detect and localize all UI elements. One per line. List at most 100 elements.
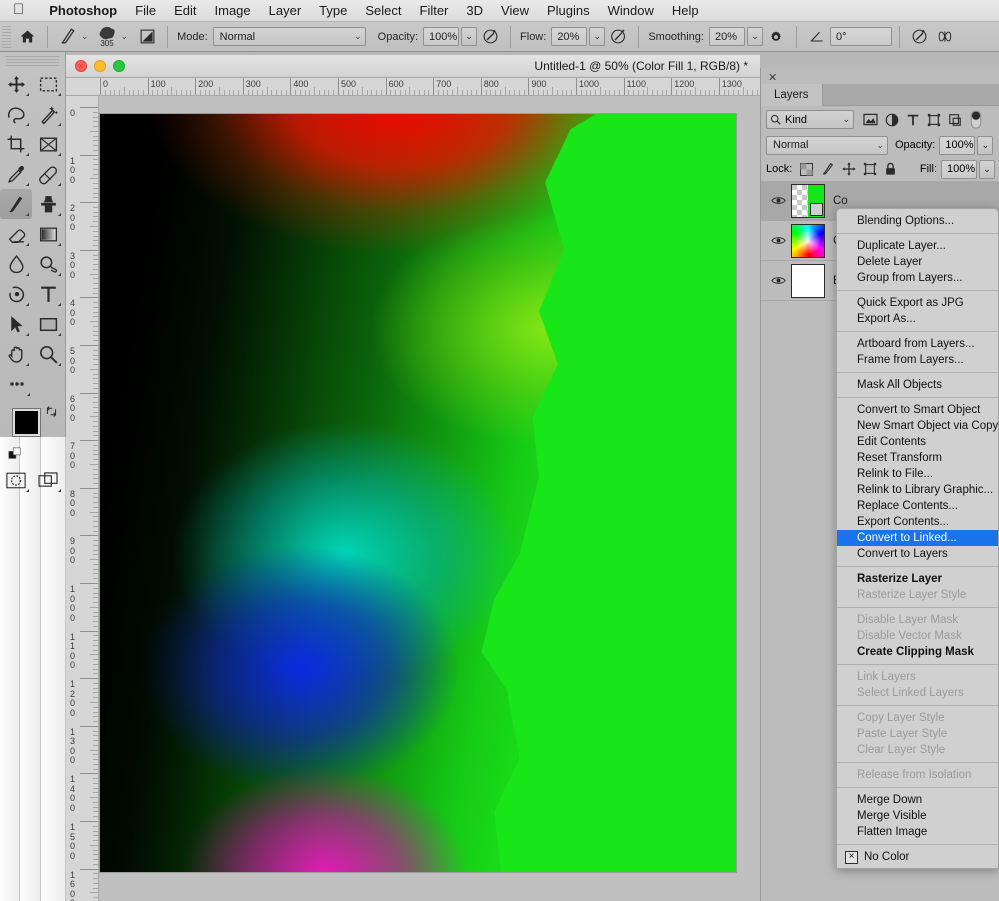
tools-panel-grip[interactable] bbox=[6, 56, 59, 66]
filter-shape-icon[interactable] bbox=[923, 110, 944, 130]
lock-image-pixels-icon[interactable] bbox=[817, 159, 838, 179]
menu-item-new-smart-object-via-copy[interactable]: New Smart Object via Copy bbox=[837, 418, 998, 434]
frame-tool[interactable] bbox=[32, 129, 64, 159]
foreground-color-swatch[interactable] bbox=[12, 408, 41, 437]
menu-item-export-contents[interactable]: Export Contents... bbox=[837, 514, 998, 530]
menu-item-group-from-layers[interactable]: Group from Layers... bbox=[837, 270, 998, 286]
eraser-tool[interactable] bbox=[0, 219, 32, 249]
pressure-opacity-icon[interactable] bbox=[477, 24, 503, 50]
angle-input[interactable]: 0° bbox=[829, 27, 892, 46]
filter-type-icon[interactable] bbox=[902, 110, 923, 130]
home-icon[interactable] bbox=[14, 24, 40, 50]
menu-item-duplicate-layer[interactable]: Duplicate Layer... bbox=[837, 238, 998, 254]
flow-input[interactable]: 20% bbox=[551, 27, 588, 46]
lock-position-icon[interactable] bbox=[838, 159, 859, 179]
filter-pixel-icon[interactable] bbox=[860, 110, 881, 130]
menubar-item-edit[interactable]: Edit bbox=[165, 3, 205, 18]
lock-transparent-pixels-icon[interactable] bbox=[796, 159, 817, 179]
menu-item-mask-all-objects[interactable]: Mask All Objects bbox=[837, 377, 998, 393]
lock-all-icon[interactable] bbox=[880, 159, 901, 179]
smoothing-stepper[interactable]: ⌄ bbox=[746, 27, 763, 46]
menubar-item-3d[interactable]: 3D bbox=[457, 3, 492, 18]
vertical-ruler[interactable]: 0 100 200 300 400 500 600 700 800 900 1000 1100 1200… bbox=[66, 96, 99, 901]
menubar-item-window[interactable]: Window bbox=[599, 3, 663, 18]
minimize-button[interactable] bbox=[94, 60, 106, 72]
type-tool[interactable] bbox=[32, 279, 64, 309]
rectangular-marquee-tool[interactable] bbox=[32, 69, 64, 99]
menu-item-merge-visible[interactable]: Merge Visible bbox=[837, 808, 998, 824]
swap-colors-icon[interactable] bbox=[45, 405, 58, 418]
menu-item-reset-transform[interactable]: Reset Transform bbox=[837, 450, 998, 466]
smoothing-input[interactable]: 20% bbox=[708, 27, 745, 46]
gear-icon[interactable] bbox=[763, 24, 789, 50]
menu-item-frame-from-layers[interactable]: Frame from Layers... bbox=[837, 352, 998, 368]
pen-tool[interactable] bbox=[0, 279, 32, 309]
menubar-item-help[interactable]: Help bbox=[663, 3, 708, 18]
layer-thumbnail[interactable] bbox=[791, 263, 825, 298]
brush-panel-icon[interactable] bbox=[134, 24, 160, 50]
menu-item-blending-options[interactable]: Blending Options... bbox=[837, 213, 998, 229]
menu-item-artboard-from-layers[interactable]: Artboard from Layers... bbox=[837, 336, 998, 352]
layer-visibility-eye-icon[interactable] bbox=[767, 275, 789, 286]
layer-opacity-input[interactable]: 100% bbox=[939, 135, 976, 155]
fill-stepper[interactable]: ⌄ bbox=[979, 159, 995, 179]
checkbox-icon[interactable]: × bbox=[845, 850, 858, 864]
move-tool[interactable] bbox=[0, 69, 32, 99]
screen-mode-icon[interactable] bbox=[32, 465, 64, 495]
rectangle-tool[interactable] bbox=[32, 309, 64, 339]
document-title-bar[interactable]: Untitled-1 @ 50% (Color Fill 1, RGB/8) * bbox=[66, 55, 760, 78]
menubar-item-photoshop[interactable]: Photoshop bbox=[40, 3, 126, 18]
symmetry-butterfly-icon[interactable] bbox=[933, 24, 959, 50]
brush-size-chevron-icon[interactable]: ⌄ bbox=[121, 31, 129, 42]
lasso-tool[interactable] bbox=[0, 99, 32, 129]
layer-visibility-eye-icon[interactable] bbox=[767, 235, 789, 246]
menu-item-convert-to-linked[interactable]: Convert to Linked... bbox=[837, 530, 998, 546]
menu-item-create-clipping-mask[interactable]: Create Clipping Mask bbox=[837, 644, 998, 660]
filter-kind-select[interactable]: Kind ⌄ bbox=[766, 110, 854, 129]
path-selection-tool[interactable] bbox=[0, 309, 32, 339]
menu-item-convert-to-smart-object[interactable]: Convert to Smart Object bbox=[837, 402, 998, 418]
object-selection-tool[interactable] bbox=[32, 99, 64, 129]
crop-tool[interactable] bbox=[0, 129, 32, 159]
opacity-stepper[interactable]: ⌄ bbox=[461, 27, 478, 46]
apple-icon[interactable]:  bbox=[13, 2, 24, 17]
canvas-area[interactable] bbox=[99, 96, 760, 901]
brush-preset-icon[interactable] bbox=[55, 24, 81, 50]
default-colors-icon[interactable] bbox=[8, 447, 22, 461]
zoom-button[interactable] bbox=[113, 60, 125, 72]
menu-item-replace-contents[interactable]: Replace Contents... bbox=[837, 498, 998, 514]
clone-stamp-tool[interactable] bbox=[32, 189, 64, 219]
filter-toggle-icon[interactable] bbox=[965, 110, 986, 130]
brush-preset-chevron-icon[interactable]: ⌄ bbox=[81, 31, 89, 42]
menubar-item-filter[interactable]: Filter bbox=[411, 3, 458, 18]
layer-blend-mode-select[interactable]: Normal ⌄ bbox=[766, 135, 888, 155]
menubar-item-layer[interactable]: Layer bbox=[260, 3, 311, 18]
menubar-item-plugins[interactable]: Plugins bbox=[538, 3, 599, 18]
airbrush-icon[interactable] bbox=[605, 24, 631, 50]
fill-input[interactable]: 100% bbox=[941, 159, 977, 179]
lock-artboard-nesting-icon[interactable] bbox=[859, 159, 880, 179]
menubar-item-view[interactable]: View bbox=[492, 3, 538, 18]
menubar-item-type[interactable]: Type bbox=[310, 3, 356, 18]
pressure-size-icon[interactable] bbox=[907, 24, 933, 50]
menu-item-delete-layer[interactable]: Delete Layer bbox=[837, 254, 998, 270]
layer-thumbnail[interactable] bbox=[791, 223, 825, 258]
brush-tool[interactable] bbox=[0, 189, 32, 219]
options-bar-grip[interactable] bbox=[2, 25, 11, 48]
menu-item-rasterize-layer[interactable]: Rasterize Layer bbox=[837, 571, 998, 587]
hand-tool[interactable] bbox=[0, 339, 32, 369]
menu-item-relink-to-file[interactable]: Relink to File... bbox=[837, 466, 998, 482]
menu-item-export-as[interactable]: Export As... bbox=[837, 311, 998, 327]
more-tools-icon[interactable] bbox=[1, 369, 33, 399]
eyedropper-tool[interactable] bbox=[0, 159, 32, 189]
menu-item-no-color[interactable]: × No Color bbox=[837, 849, 998, 865]
horizontal-ruler[interactable]: 0 100 200 300 400 500 600 700 800 900 1000 1100 1200… bbox=[66, 78, 760, 96]
canvas-image[interactable] bbox=[99, 113, 737, 873]
zoom-tool[interactable] bbox=[32, 339, 64, 369]
menubar-item-select[interactable]: Select bbox=[356, 3, 410, 18]
dodge-tool[interactable] bbox=[32, 249, 64, 279]
menu-item-quick-export-as-jpg[interactable]: Quick Export as JPG bbox=[837, 295, 998, 311]
menu-item-convert-to-layers[interactable]: Convert to Layers bbox=[837, 546, 998, 562]
menubar-item-image[interactable]: Image bbox=[206, 3, 260, 18]
close-icon[interactable]: ✕ bbox=[768, 71, 777, 84]
